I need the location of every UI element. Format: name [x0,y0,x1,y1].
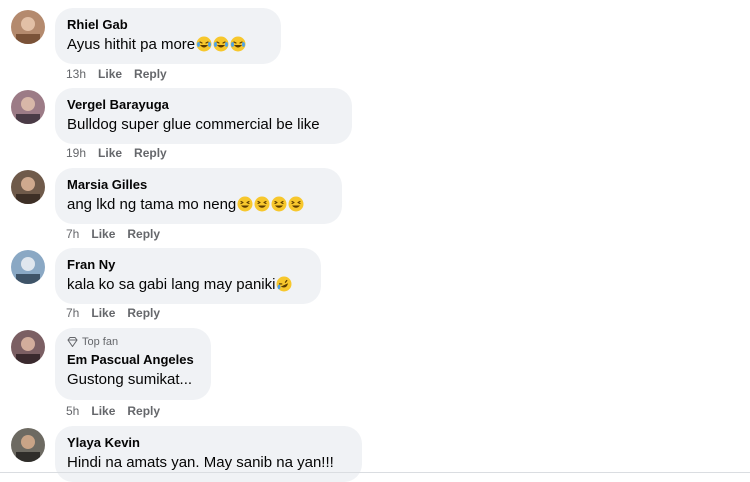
comment-author[interactable]: Em Pascual Angeles [67,352,199,367]
comment-author[interactable]: Rhiel Gab [67,17,269,32]
diamond-icon [67,337,78,347]
comment-author[interactable]: Vergel Barayuga [67,97,340,112]
avatar[interactable] [11,10,45,44]
top-fan-badge: Top fan [67,336,199,348]
comment-text: kala ko sa gabi lang may paniki [67,276,276,293]
comment-text: Bulldog super glue commercial be like [67,116,320,133]
comment-bubble: Marsia Gilles ang lkd ng tama mo neng [55,168,342,224]
avatar[interactable] [11,250,45,284]
comment-bubble: Vergel Barayuga Bulldog super glue comme… [55,88,352,144]
reply-button[interactable]: Reply [127,227,160,241]
comment-bubble: Ylaya Kevin Hindi na amats yan. May sani… [55,426,362,482]
comment-text: Ayus hithit pa more [67,36,196,53]
comment-timestamp[interactable]: 13h [66,67,86,81]
avatar[interactable] [11,330,45,364]
comment-bubble: Fran Ny kala ko sa gabi lang may paniki [55,248,321,304]
reply-button[interactable]: Reply [134,67,167,81]
like-button[interactable]: Like [98,146,122,160]
comment-timestamp[interactable]: 19h [66,146,86,160]
avatar[interactable] [11,90,45,124]
divider [0,472,750,473]
comment-text: Hindi na amats yan. May sanib na yan!!! [67,454,334,471]
comment-bubble: Top fan Em Pascual Angeles Gustong sumik… [55,328,211,400]
comment-author[interactable]: Ylaya Kevin [67,435,350,450]
comment-text: ang lkd ng tama mo neng [67,196,237,213]
reply-button[interactable]: Reply [127,306,160,320]
comment-text: Gustong sumikat... [67,371,193,388]
avatar[interactable] [11,170,45,204]
reply-button[interactable]: Reply [134,146,167,160]
like-button[interactable]: Like [91,227,115,241]
like-button[interactable]: Like [91,404,115,418]
comment-bubble: Rhiel Gab Ayus hithit pa more [55,8,281,64]
comment-author[interactable]: Marsia Gilles [67,177,330,192]
comment-timestamp[interactable]: 7h [66,227,79,241]
badge-label: Top fan [82,336,119,348]
like-button[interactable]: Like [98,67,122,81]
comment-author[interactable]: Fran Ny [67,257,309,272]
rolling-laughing-icon [275,276,292,293]
like-button[interactable]: Like [91,306,115,320]
laughing-tears-icon [195,36,246,53]
comment-timestamp[interactable]: 5h [66,404,79,418]
grinning-squint-icon [236,196,304,213]
avatar[interactable] [11,428,45,462]
comment-timestamp[interactable]: 7h [66,306,79,320]
reply-button[interactable]: Reply [127,404,160,418]
